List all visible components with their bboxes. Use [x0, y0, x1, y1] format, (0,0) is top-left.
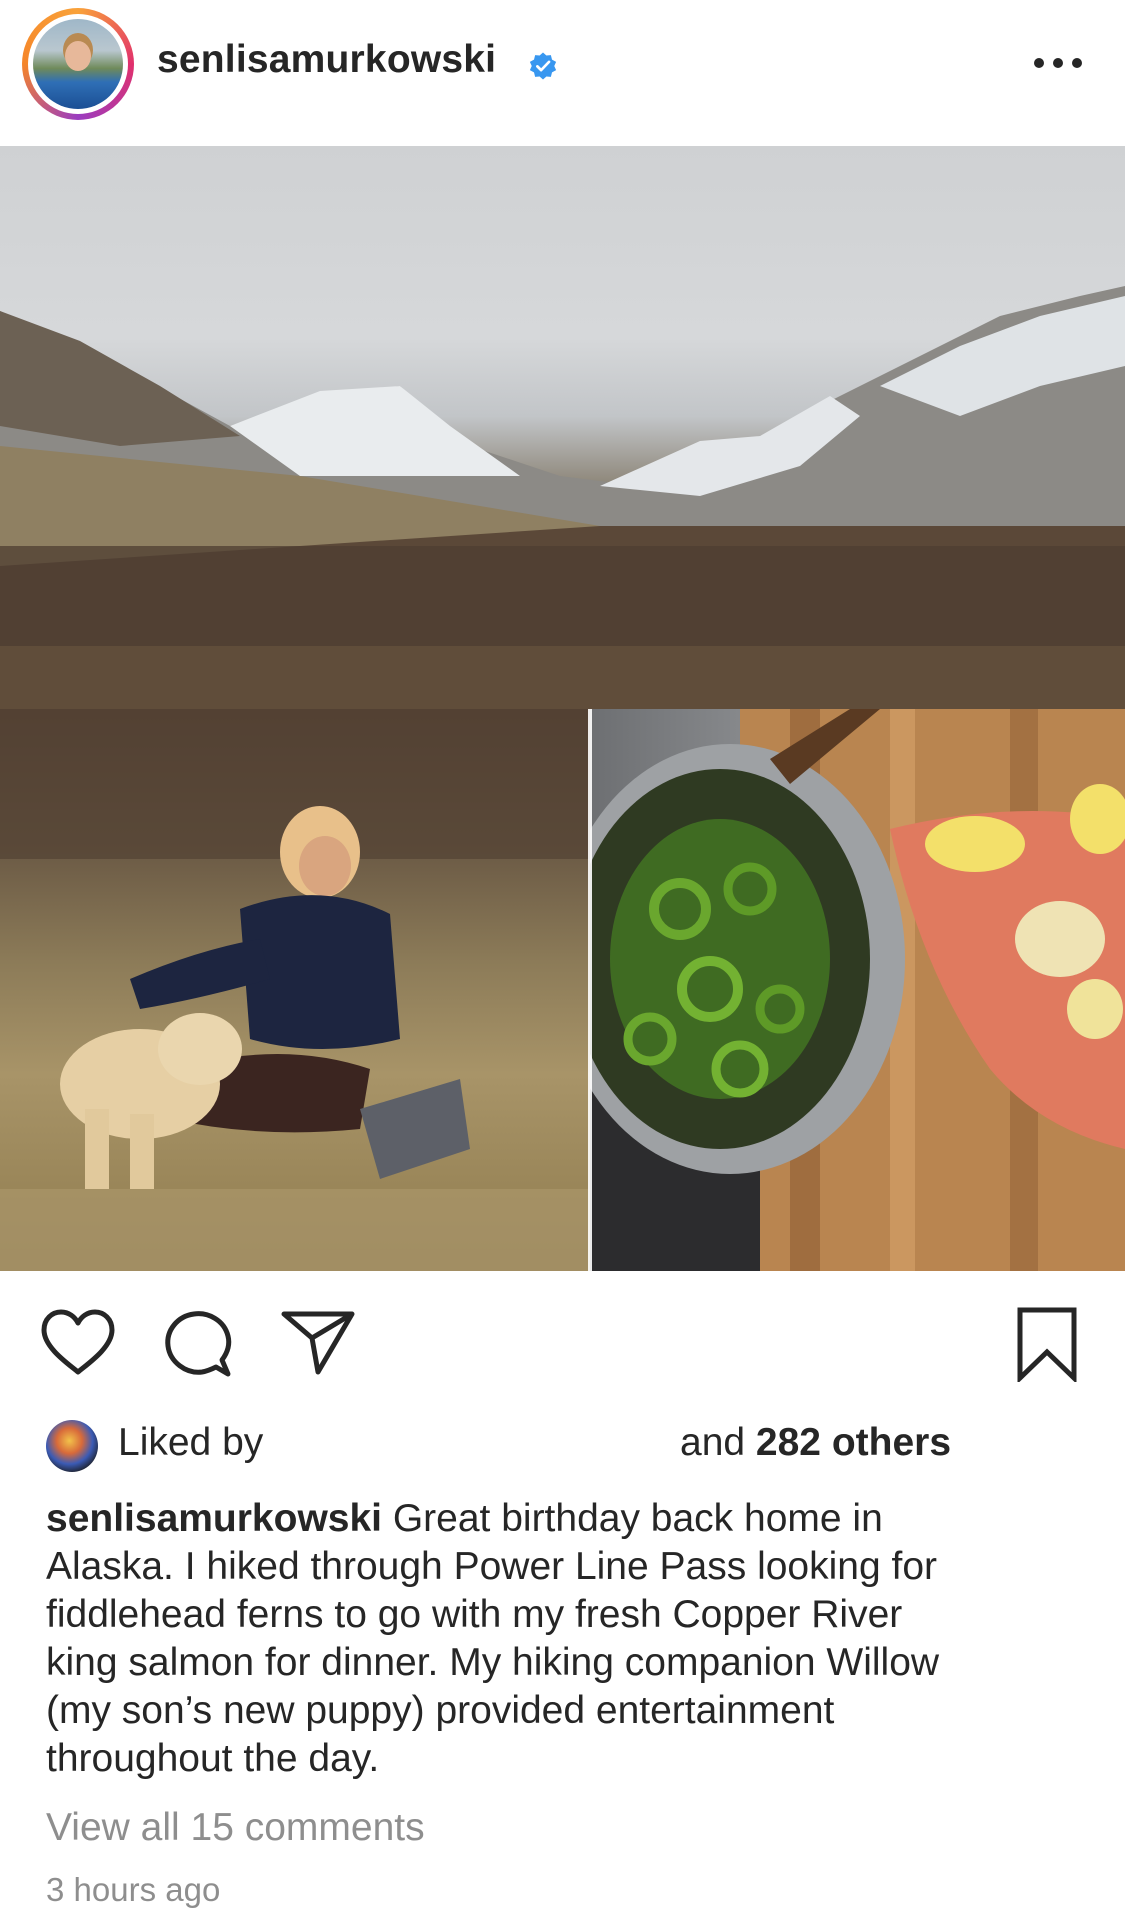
post-timestamp: 3 hours ago — [46, 1871, 221, 1908]
comment-icon[interactable] — [162, 1308, 234, 1380]
more-options-icon[interactable] — [1034, 58, 1082, 72]
caption-line: Great birthday back home in — [392, 1497, 883, 1540]
avatar-face — [65, 41, 91, 71]
likes-and-text: and — [680, 1421, 746, 1464]
view-all-comments-link[interactable]: View all 15 comments — [46, 1806, 425, 1850]
verified-badge-icon — [529, 52, 557, 80]
caption-username[interactable]: senlisamurkowski — [46, 1497, 382, 1540]
caption-line: fiddlehead ferns to go with my fresh Cop… — [46, 1593, 903, 1636]
post-header: senlisamurkowski — [0, 0, 1125, 146]
caption-line: Alaska. I hiked through Power Line Pass … — [46, 1545, 938, 1588]
post-username[interactable]: senlisamurkowski — [157, 38, 496, 82]
post-caption: senlisamurkowski Great birthday back hom… — [46, 1495, 1086, 1783]
likes-others-count[interactable]: 282 others — [756, 1421, 951, 1464]
caption-line: (my son’s new puppy) provided entertainm… — [46, 1689, 835, 1732]
avatar-photo — [33, 19, 123, 109]
likes-count[interactable]: and 282 others — [680, 1421, 951, 1465]
heart-icon[interactable] — [40, 1308, 116, 1378]
ferns-and-salmon-photo — [590, 709, 1125, 1271]
caption-line: throughout the day. — [46, 1737, 380, 1780]
woman-with-puppy-photo — [0, 709, 590, 1271]
avatar-border — [28, 14, 128, 114]
paper-plane-icon[interactable] — [280, 1308, 356, 1376]
mountain-landscape-photo — [0, 146, 1125, 709]
collage-divider — [588, 709, 592, 1271]
profile-avatar[interactable] — [22, 8, 134, 120]
liker-avatar[interactable] — [46, 1420, 98, 1472]
liked-by-label: Liked by — [118, 1421, 264, 1464]
caption-line: king salmon for dinner. My hiking compan… — [46, 1641, 940, 1684]
bookmark-icon[interactable] — [1014, 1306, 1080, 1382]
post-image-collage[interactable] — [0, 146, 1125, 1271]
